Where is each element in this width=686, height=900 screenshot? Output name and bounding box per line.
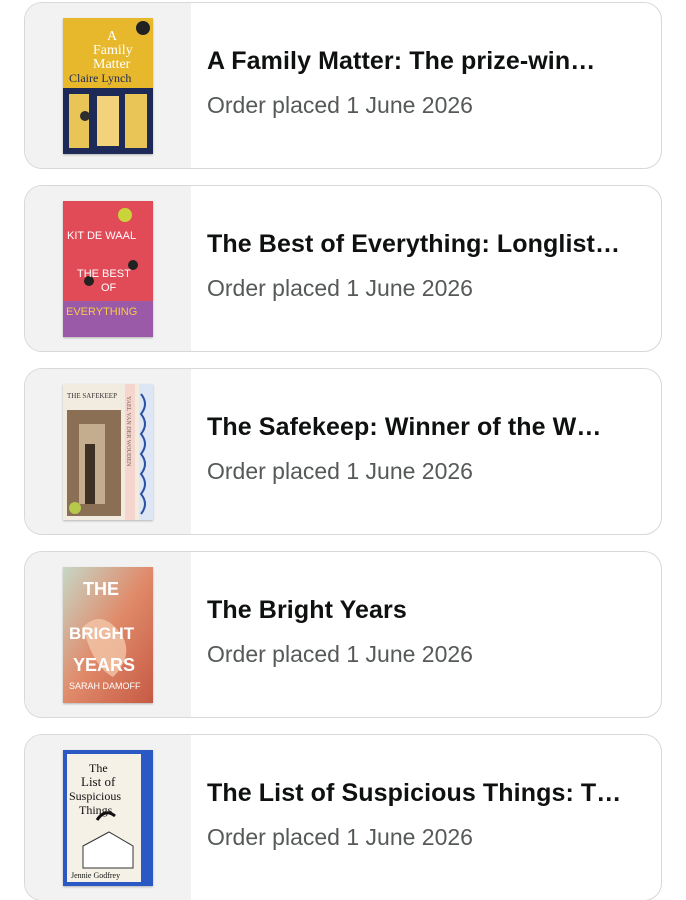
product-title[interactable]: The List of Suspicious Things: T… [207, 779, 621, 808]
cover-line2: OF [101, 282, 117, 294]
product-title[interactable]: The Bright Years [207, 596, 473, 625]
product-thumbnail[interactable]: A Family Matter Claire Lynch [25, 3, 191, 168]
order-info: The Safekeep: Winner of the W… Order pla… [191, 369, 601, 534]
book-cover-image: THE SAFEKEEP YAEL VAN DER WOUDEN [63, 383, 153, 520]
product-thumbnail[interactable]: KIT DE WAAL THE BEST OF EVERYTHING [25, 186, 191, 351]
order-list: A Family Matter Claire Lynch A Family Ma… [0, 0, 686, 900]
cover-title: THE SAFEKEEP [67, 392, 117, 400]
order-date: Order placed 1 June 2026 [207, 823, 473, 850]
cover-line4: Things [79, 803, 113, 817]
cover-author: KIT DE WAAL [67, 230, 136, 242]
cover-line1: The [89, 761, 108, 775]
cover-line3: YEARS [73, 655, 135, 675]
cover-author: Jennie Godfrey [71, 871, 120, 880]
cover-line2: BRIGHT [69, 624, 135, 643]
book-cover-image: The List of Suspicious Things Jennie God… [63, 749, 153, 886]
order-date: Order placed 1 June 2026 [207, 274, 473, 301]
book-cover-image: KIT DE WAAL THE BEST OF EVERYTHING [63, 200, 153, 337]
cover-line1: A [107, 29, 118, 44]
order-info: The Bright Years Order placed 1 June 202… [191, 552, 473, 717]
order-card[interactable]: The List of Suspicious Things Jennie God… [24, 734, 662, 900]
product-thumbnail[interactable]: THE SAFEKEEP YAEL VAN DER WOUDEN [25, 369, 191, 534]
order-date: Order placed 1 June 2026 [207, 91, 473, 118]
book-cover-image: A Family Matter Claire Lynch [63, 17, 153, 154]
book-cover-image: THE BRIGHT YEARS SARAH DAMOFF [63, 566, 153, 703]
product-title[interactable]: A Family Matter: The prize-win… [207, 47, 595, 76]
order-card[interactable]: KIT DE WAAL THE BEST OF EVERYTHING The B… [24, 185, 662, 352]
cover-line3: Matter [93, 57, 131, 72]
order-card[interactable]: THE BRIGHT YEARS SARAH DAMOFF The Bright… [24, 551, 662, 718]
order-info: A Family Matter: The prize-win… Order pl… [191, 3, 595, 168]
cover-line1: THE BEST [77, 268, 131, 280]
cover-line2: Family [93, 43, 133, 58]
cover-author: YAEL VAN DER WOUDEN [125, 396, 131, 467]
order-card[interactable]: THE SAFEKEEP YAEL VAN DER WOUDEN The Saf… [24, 368, 662, 535]
product-title[interactable]: The Safekeep: Winner of the W… [207, 413, 601, 442]
order-card[interactable]: A Family Matter Claire Lynch A Family Ma… [24, 2, 662, 169]
cover-author: Claire Lynch [69, 71, 131, 85]
order-info: The Best of Everything: Longlist… Order … [191, 186, 620, 351]
order-date: Order placed 1 June 2026 [207, 457, 473, 484]
cover-line3: Suspicious [69, 789, 121, 803]
product-title[interactable]: The Best of Everything: Longlist… [207, 230, 620, 259]
cover-author: SARAH DAMOFF [69, 681, 141, 691]
order-info: The List of Suspicious Things: T… Order … [191, 735, 621, 900]
product-thumbnail[interactable]: The List of Suspicious Things Jennie God… [25, 735, 191, 900]
cover-line1: THE [83, 579, 119, 599]
cover-line2: List of [81, 774, 116, 789]
cover-line3: EVERYTHING [66, 306, 137, 318]
order-date: Order placed 1 June 2026 [207, 640, 473, 667]
product-thumbnail[interactable]: THE BRIGHT YEARS SARAH DAMOFF [25, 552, 191, 717]
